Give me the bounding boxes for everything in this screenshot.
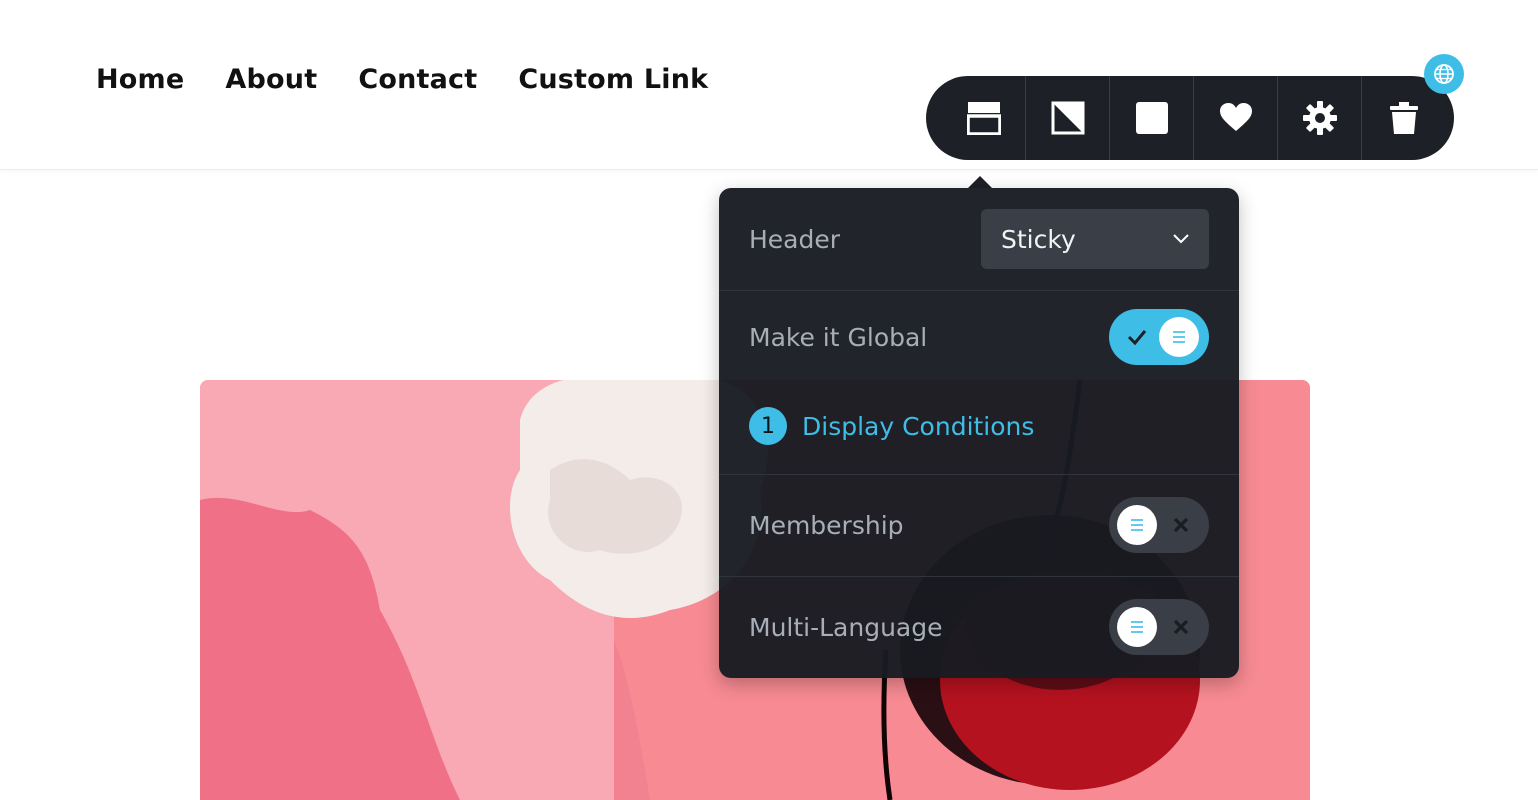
nav-home-link[interactable]: Home xyxy=(96,64,184,95)
make-global-label: Make it Global xyxy=(749,322,928,352)
panel-pointer xyxy=(968,176,992,188)
header-layout-button[interactable] xyxy=(942,76,1026,160)
gear-icon xyxy=(1302,101,1337,135)
panel-divider xyxy=(719,576,1239,577)
main-nav: Home About Contact Custom Link xyxy=(96,64,708,95)
grip-lines-icon xyxy=(1173,331,1185,343)
membership-label: Membership xyxy=(749,510,904,540)
toggle-knob xyxy=(1159,317,1199,357)
multi-language-row: Multi-Language xyxy=(719,599,1239,655)
header-type-select[interactable]: Sticky xyxy=(981,209,1209,269)
close-icon xyxy=(1173,517,1189,533)
header-type-value: Sticky xyxy=(1001,224,1076,254)
header-layout-icon xyxy=(966,102,1001,135)
heart-icon xyxy=(1219,103,1252,131)
global-badge-button[interactable] xyxy=(1424,54,1464,94)
toggle-knob xyxy=(1117,607,1157,647)
display-conditions-label: Display Conditions xyxy=(802,411,1035,441)
header-type-row: Header Sticky xyxy=(719,209,1239,269)
conditions-count-badge: 1 xyxy=(749,407,787,445)
square-icon xyxy=(1135,102,1168,134)
display-conditions-link[interactable]: 1 Display Conditions xyxy=(749,407,1034,445)
trash-icon xyxy=(1390,102,1418,134)
contrast-icon xyxy=(1051,101,1084,135)
grip-lines-icon xyxy=(1131,621,1143,633)
panel-divider xyxy=(719,474,1239,475)
multi-language-toggle[interactable] xyxy=(1109,599,1209,655)
element-toolbar xyxy=(926,76,1454,160)
grip-lines-icon xyxy=(1131,519,1143,531)
contrast-button[interactable] xyxy=(1026,76,1110,160)
make-global-row: Make it Global xyxy=(719,309,1239,365)
panel-divider xyxy=(719,290,1239,291)
favorite-button[interactable] xyxy=(1194,76,1278,160)
multi-language-label: Multi-Language xyxy=(749,612,943,642)
make-global-toggle[interactable] xyxy=(1109,309,1209,365)
nav-custom-link[interactable]: Custom Link xyxy=(518,64,708,95)
close-icon xyxy=(1173,619,1189,635)
membership-toggle[interactable] xyxy=(1109,497,1209,553)
header-type-label: Header xyxy=(749,224,841,254)
toggle-knob xyxy=(1117,505,1157,545)
nav-contact-link[interactable]: Contact xyxy=(358,64,477,95)
header-settings-panel: Header Sticky Make it Global 1 Display C… xyxy=(719,188,1239,678)
chevron-down-icon xyxy=(1173,234,1189,244)
check-icon xyxy=(1127,330,1147,346)
square-button[interactable] xyxy=(1110,76,1194,160)
nav-about-link[interactable]: About xyxy=(225,64,317,95)
membership-row: Membership xyxy=(719,497,1239,553)
settings-button[interactable] xyxy=(1278,76,1362,160)
globe-icon xyxy=(1434,64,1454,84)
